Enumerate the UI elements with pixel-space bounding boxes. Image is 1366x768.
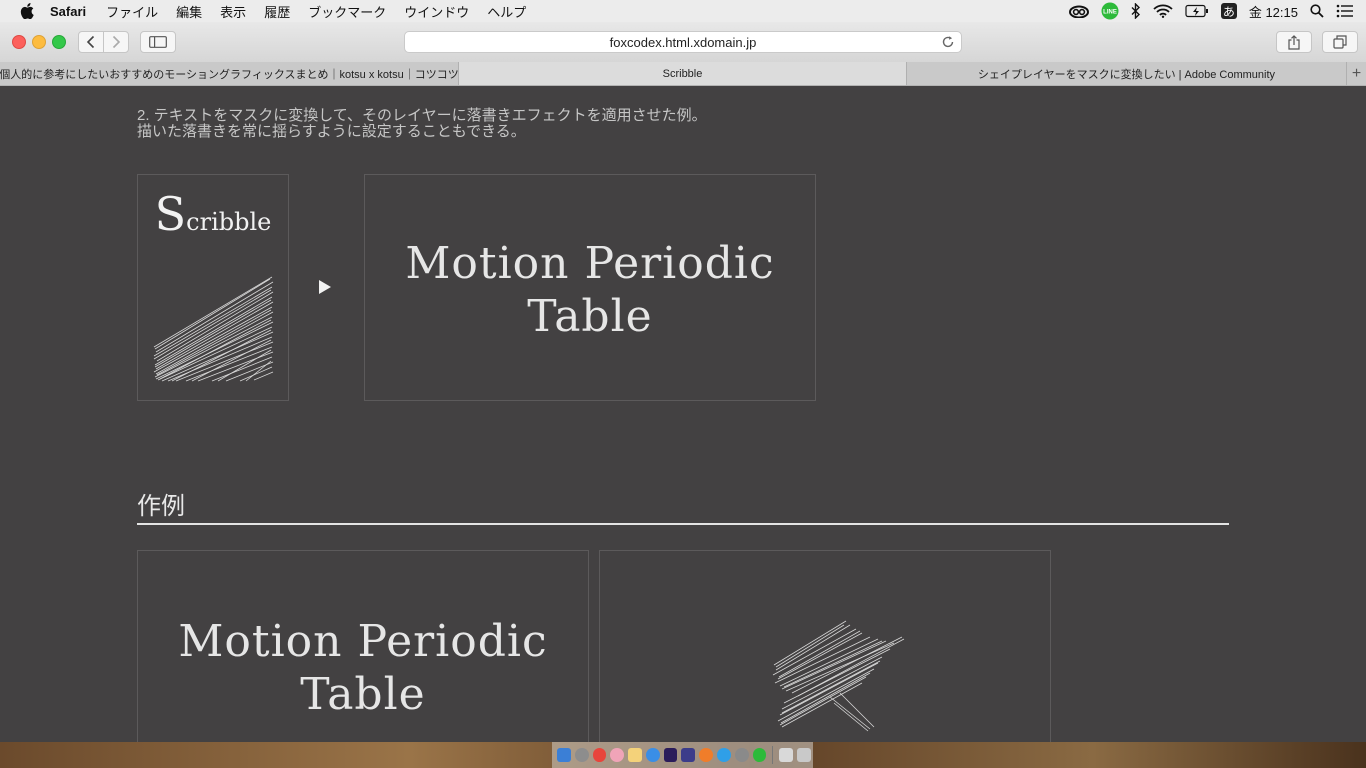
line-app-icon[interactable]: LINE <box>1101 2 1119 20</box>
menu-window[interactable]: ウインドウ <box>404 2 469 21</box>
premiere-icon[interactable] <box>681 748 696 762</box>
bluetooth-icon[interactable] <box>1131 3 1141 19</box>
sidebar-toggle-button[interactable] <box>140 31 176 53</box>
status-area: LINE あ 金 12:15 <box>1068 0 1366 22</box>
chevron-right-icon <box>112 35 121 49</box>
dock <box>552 742 813 768</box>
menu-history[interactable]: 履歴 <box>264 2 290 21</box>
forward-button[interactable] <box>103 31 129 53</box>
menu-file[interactable]: ファイル <box>106 2 158 21</box>
after-text-line-1: Motion Periodic <box>405 238 775 289</box>
scribble-label-initial: S <box>154 187 187 241</box>
window-minimize-button[interactable] <box>32 35 46 49</box>
example-before-panel: Scribble <box>137 174 289 401</box>
notification-center-icon[interactable] <box>1336 4 1354 18</box>
downloads-stack-icon[interactable] <box>779 748 794 762</box>
after-effects-icon[interactable] <box>663 748 678 762</box>
tab-kotsu[interactable]: 個人的に参考にしたいおすすめのモーショングラフィックスまとめ｜kotsu x k… <box>0 62 459 85</box>
scribble-label: Scribble <box>138 187 288 241</box>
finder-icon[interactable] <box>557 748 571 762</box>
show-all-tabs-button[interactable] <box>1322 31 1358 53</box>
example-description: 2. テキストをマスクに変換して、そのレイヤーに落書きエフェクトを適用させた例。… <box>137 108 837 140</box>
scribble-wedge-graphic <box>153 276 274 382</box>
section-heading: 作例 <box>137 493 185 520</box>
address-url: foxcodex.html.xdomain.jp <box>609 34 757 50</box>
address-bar[interactable]: foxcodex.html.xdomain.jp <box>404 31 962 53</box>
gallery-item-text: Motion Periodic Table <box>137 550 589 742</box>
wifi-icon[interactable] <box>1153 4 1173 18</box>
menu-app-name[interactable]: Safari <box>50 4 86 19</box>
trash-icon[interactable] <box>797 748 811 762</box>
notes-icon[interactable] <box>628 748 642 762</box>
input-method-indicator[interactable]: あ <box>1220 3 1237 19</box>
line-icon-label: LINE <box>1103 10 1117 16</box>
dock-separator <box>772 746 774 764</box>
menu-bookmarks[interactable]: ブックマーク <box>308 2 386 21</box>
menu-help[interactable]: ヘルプ <box>487 2 526 21</box>
browser-toolbar: foxcodex.html.xdomain.jp <box>0 22 1366 63</box>
tab-title: シェイプレイヤーをマスクに変換したい | Adobe Community <box>977 68 1276 81</box>
section-divider <box>137 523 1229 525</box>
back-button[interactable] <box>78 31 104 53</box>
line-dock-icon[interactable] <box>752 748 767 762</box>
menu-bar: Safari ファイル 編集 表示 履歴 ブックマーク ウインドウ ヘルプ LI… <box>0 0 1366 22</box>
tab-title: 個人的に参考にしたいおすすめのモーショングラフィックスまとめ｜kotsu x k… <box>0 68 459 81</box>
menu-edit[interactable]: 編集 <box>176 2 202 21</box>
share-icon <box>1288 34 1300 50</box>
scribble-star-graphic <box>772 620 905 732</box>
menu-view[interactable]: 表示 <box>220 2 246 21</box>
page-content: 2. テキストをマスクに変換して、そのレイヤーに落書きエフェクトを適用させた例。… <box>0 86 1366 742</box>
creative-cloud-icon[interactable] <box>1068 4 1089 18</box>
apple-menu-icon[interactable] <box>18 0 36 22</box>
ibooks-icon[interactable] <box>699 748 714 762</box>
new-tab-button[interactable]: + <box>1347 62 1366 85</box>
battery-icon[interactable] <box>1185 4 1209 18</box>
app-store-icon[interactable] <box>717 748 731 762</box>
example-after-panel: Motion Periodic Table <box>364 174 816 401</box>
window-zoom-button[interactable] <box>52 35 66 49</box>
tab-title: Scribble <box>662 67 703 80</box>
sidebar-icon <box>149 36 167 48</box>
reload-icon[interactable] <box>941 35 955 52</box>
after-text-line-2: Table <box>527 291 653 342</box>
safari-icon[interactable] <box>645 748 660 762</box>
gallery-text-line-2: Table <box>300 669 426 720</box>
tab-bar: 個人的に参考にしたいおすすめのモーショングラフィックスまとめ｜kotsu x k… <box>0 62 1366 86</box>
window-close-button[interactable] <box>12 35 26 49</box>
launchpad-icon[interactable] <box>574 748 589 762</box>
scribble-label-rest: cribble <box>186 208 272 236</box>
gallery-motion-periodic-table-text: Motion Periodic Table <box>138 615 588 721</box>
gallery-item-star <box>599 550 1051 742</box>
spotlight-icon[interactable] <box>1310 4 1324 18</box>
gallery-text-line-1: Motion Periodic <box>178 616 548 667</box>
description-line-1: 2. テキストをマスクに変換して、そのレイヤーに落書きエフェクトを適用させた例。 <box>137 107 707 124</box>
menubar-clock[interactable]: 金 12:15 <box>1249 2 1298 21</box>
chrome-icon[interactable] <box>592 748 607 762</box>
share-button[interactable] <box>1276 31 1312 53</box>
itunes-icon[interactable] <box>610 748 625 762</box>
motion-periodic-table-text: Motion Periodic Table <box>365 237 815 343</box>
description-line-2: 描いた落書きを常に揺らすように設定することもできる。 <box>137 123 526 140</box>
tabs-overview-icon <box>1333 35 1347 49</box>
chevron-left-icon <box>86 35 95 49</box>
play-arrow-icon <box>319 280 331 294</box>
tab-adobe-community[interactable]: シェイプレイヤーをマスクに変換したい | Adobe Community <box>907 62 1347 85</box>
tab-scribble-active[interactable]: Scribble <box>459 62 907 85</box>
system-preferences-icon[interactable] <box>734 748 749 762</box>
